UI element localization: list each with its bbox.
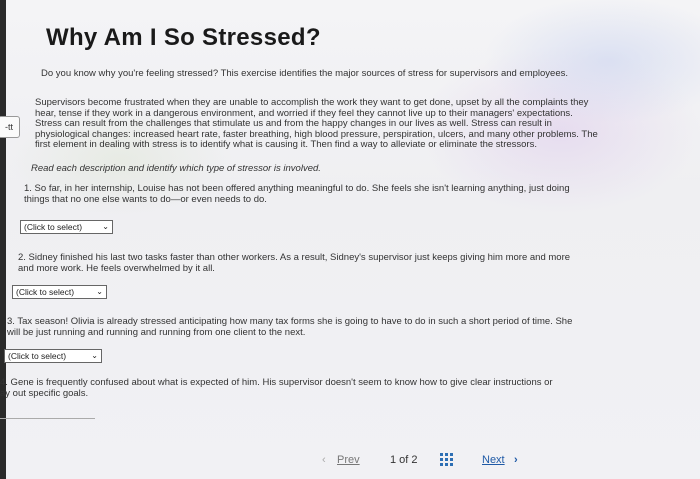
side-tab[interactable]: -tt xyxy=(0,116,20,138)
select-value: (Click to select) xyxy=(8,351,67,361)
grid-icon[interactable] xyxy=(440,453,454,467)
page-title: Why Am I So Stressed? xyxy=(46,24,321,51)
chevron-down-icon: ⌄ xyxy=(102,222,109,231)
question-2: 2. Sidney finished his last two tasks fa… xyxy=(18,252,658,275)
question-line: 4. Gene is frequently confused about wha… xyxy=(0,377,553,388)
question-3: 3. Tax season! Olivia is already stresse… xyxy=(7,316,672,339)
next-arrow-icon[interactable]: › xyxy=(514,454,518,466)
divider xyxy=(0,418,95,419)
question-4: 4. Gene is frequently confused about wha… xyxy=(0,377,680,400)
question-line: and more work. He feels overwhelmed by i… xyxy=(18,262,215,274)
instruction-text: Read each description and identify which… xyxy=(31,163,321,174)
prev-arrow-icon[interactable]: ‹ xyxy=(322,454,326,466)
question-1: 1. So far, in her internship, Louise has… xyxy=(24,183,654,206)
paragraph-line: Supervisors become frustrated when they … xyxy=(35,97,589,108)
select-value: (Click to select) xyxy=(24,222,83,232)
paragraph-line: Stress can result from the challenges th… xyxy=(35,118,552,129)
question-line: ay out specific goals. xyxy=(0,387,89,399)
intro-text: Do you know why you're feeling stressed?… xyxy=(41,68,569,79)
question-line: things that no one else wants to do—or e… xyxy=(24,193,267,205)
prev-button[interactable]: Prev xyxy=(337,454,360,466)
stressor-select-2[interactable]: (Click to select) ⌄ xyxy=(12,285,107,299)
paragraph-line: first element in dealing with stress is … xyxy=(35,139,537,150)
question-line: will be just running and running and run… xyxy=(7,326,306,338)
next-button[interactable]: Next xyxy=(482,454,505,466)
select-value: (Click to select) xyxy=(16,287,75,297)
chevron-down-icon: ⌄ xyxy=(96,287,103,296)
screen: -tt Why Am I So Stressed? Do you know wh… xyxy=(0,0,700,479)
stressor-select-3[interactable]: (Click to select) ⌄ xyxy=(4,349,102,363)
description-paragraph: Supervisors become frustrated when they … xyxy=(35,97,660,151)
left-edge-bar xyxy=(0,0,6,479)
stressor-select-1[interactable]: (Click to select) ⌄ xyxy=(20,220,113,234)
page-indicator: 1 of 2 xyxy=(390,454,418,466)
chevron-down-icon: ⌄ xyxy=(91,351,98,360)
